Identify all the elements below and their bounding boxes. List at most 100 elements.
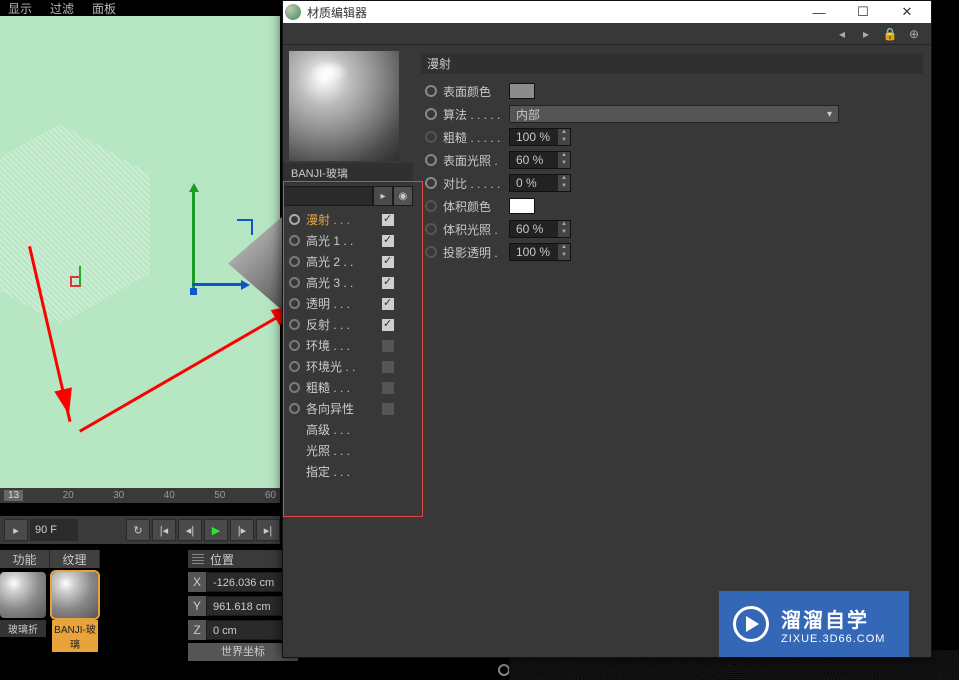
minimize-button[interactable]: — (797, 2, 841, 22)
radio-icon[interactable] (289, 424, 300, 435)
radio-icon[interactable] (425, 223, 437, 235)
goto-start-button[interactable]: ▸ (4, 519, 28, 541)
move-plane-icon[interactable] (237, 219, 253, 235)
property-rows: 表面颜色算法 . . . . .内部粗糙 . . . . .100 %▲▼表面光… (425, 80, 923, 263)
next-frame-button[interactable]: |▸ (230, 519, 254, 541)
spinner-icon[interactable]: ▲▼ (558, 244, 570, 260)
channel-name: 反射 . . . (306, 316, 376, 333)
radio-icon[interactable] (289, 403, 300, 414)
goto-first-button[interactable]: ↻ (126, 519, 150, 541)
number-field[interactable]: 60 %▲▼ (509, 220, 571, 238)
channel-row[interactable]: 光照 . . . (283, 440, 413, 461)
radio-icon[interactable] (289, 382, 300, 393)
menu-item[interactable]: 显示 (8, 0, 32, 12)
number-field[interactable]: 100 %▲▼ (509, 128, 571, 146)
dialog-titlebar[interactable]: 材质编辑器 — ☐ ✕ (283, 1, 931, 23)
number-field[interactable]: 0 %▲▼ (509, 174, 571, 192)
channel-row[interactable]: 高级 . . . (283, 419, 413, 440)
channel-checkbox[interactable] (382, 256, 394, 268)
radio-icon[interactable] (289, 340, 300, 351)
radio-icon[interactable] (289, 256, 300, 267)
color-swatch[interactable] (509, 198, 535, 214)
close-button[interactable]: ✕ (885, 2, 929, 22)
menu-item[interactable]: 面板 (92, 0, 116, 12)
channel-row[interactable]: 漫射 . . . (283, 209, 413, 230)
channel-row[interactable]: 粗糙 . . . (283, 377, 413, 398)
channel-checkbox[interactable] (382, 340, 394, 352)
prev-key-button[interactable]: |◂ (152, 519, 176, 541)
layer-bar: ▸ ◉ (283, 186, 413, 206)
tab-textures[interactable]: 纹理 (50, 550, 100, 568)
channel-checkbox[interactable] (382, 319, 394, 331)
number-field[interactable]: 60 % ▲▼ (509, 151, 571, 169)
spinner-icon[interactable]: ▲▼ (558, 129, 570, 145)
channel-checkbox[interactable] (382, 277, 394, 289)
nav-back-icon[interactable]: ◂ (831, 25, 853, 43)
radio-icon[interactable] (289, 466, 300, 477)
radio-icon[interactable] (289, 298, 300, 309)
channel-row[interactable]: 各向异性 (283, 398, 413, 419)
layer-field[interactable] (283, 186, 373, 206)
channel-checkbox[interactable] (382, 403, 394, 415)
material-preview[interactable] (289, 51, 399, 161)
radio-icon[interactable] (289, 277, 300, 288)
radio-icon[interactable] (425, 177, 437, 189)
layer-expand-icon[interactable]: ▸ (373, 186, 393, 206)
channel-row[interactable]: 指定 . . . (283, 461, 413, 482)
play-button[interactable]: ▶ (204, 519, 228, 541)
viewport[interactable] (0, 16, 280, 488)
radio-icon[interactable] (289, 445, 300, 456)
frame-field[interactable]: 90 F (30, 519, 78, 541)
new-icon[interactable]: ⊕ (903, 25, 925, 43)
prev-frame-button[interactable]: ◂| (178, 519, 202, 541)
move-gizmo-y-icon[interactable] (192, 186, 195, 291)
spinner-icon[interactable]: ▲▼ (558, 221, 570, 237)
radio-icon[interactable] (425, 246, 437, 258)
radio-icon[interactable] (425, 154, 437, 166)
hexagon-object[interactable] (0, 124, 170, 324)
dropdown[interactable]: 内部 (509, 105, 839, 123)
layer-select-icon[interactable]: ◉ (393, 186, 413, 206)
number-value: 60 % (516, 153, 543, 167)
radio-icon[interactable] (289, 214, 300, 225)
channel-row[interactable]: 高光 2 . . (283, 251, 413, 272)
channel-checkbox[interactable] (382, 235, 394, 247)
nav-forward-icon[interactable]: ▸ (855, 25, 877, 43)
dropdown-value: 内部 (516, 106, 540, 123)
lock-icon[interactable]: 🔒 (879, 25, 901, 43)
radio-icon[interactable] (289, 361, 300, 372)
channel-row[interactable]: 高光 3 . . (283, 272, 413, 293)
material-name-label[interactable]: BANJI-玻璃 (283, 163, 413, 183)
channel-checkbox[interactable] (382, 361, 394, 373)
timeline-mark: 60 (265, 490, 276, 501)
timeline[interactable]: 13 20 30 40 50 60 (0, 488, 280, 503)
next-key-button[interactable]: ▸| (256, 519, 280, 541)
radio-icon[interactable] (425, 131, 437, 143)
material-thumb[interactable]: 玻璃折 (0, 572, 46, 652)
channel-checkbox[interactable] (382, 214, 394, 226)
radio-icon[interactable] (425, 200, 437, 212)
radio-icon[interactable] (289, 319, 300, 330)
menu-item[interactable]: 过滤 (50, 0, 74, 12)
radio-icon[interactable] (425, 108, 437, 120)
app-menu[interactable]: 显示 过滤 面板 (0, 0, 116, 12)
channel-row[interactable]: 环境 . . . (283, 335, 413, 356)
channel-checkbox[interactable] (382, 382, 394, 394)
spinner-icon[interactable]: ▲▼ (558, 152, 570, 168)
channel-row[interactable]: 环境光 . . (283, 356, 413, 377)
tab-functions[interactable]: 功能 (0, 550, 50, 568)
channel-row[interactable]: 透明 . . . (283, 293, 413, 314)
maximize-button[interactable]: ☐ (841, 2, 885, 22)
color-swatch[interactable] (509, 83, 535, 99)
radio-icon[interactable] (289, 235, 300, 246)
timeline-current[interactable]: 13 (4, 490, 23, 501)
channel-row[interactable]: 反射 . . . (283, 314, 413, 335)
move-gizmo-z-icon[interactable] (192, 283, 247, 286)
channel-row[interactable]: 高光 1 . . (283, 230, 413, 251)
radio-icon[interactable] (425, 85, 437, 97)
spinner-icon[interactable]: ▲▼ (558, 175, 570, 191)
channel-checkbox[interactable] (382, 298, 394, 310)
number-field[interactable]: 100 %▲▼ (509, 243, 571, 261)
material-thumb[interactable]: BANJI-玻璃 (52, 572, 98, 652)
channel-list: 漫射 . . .高光 1 . .高光 2 . .高光 3 . .透明 . . .… (283, 209, 413, 482)
